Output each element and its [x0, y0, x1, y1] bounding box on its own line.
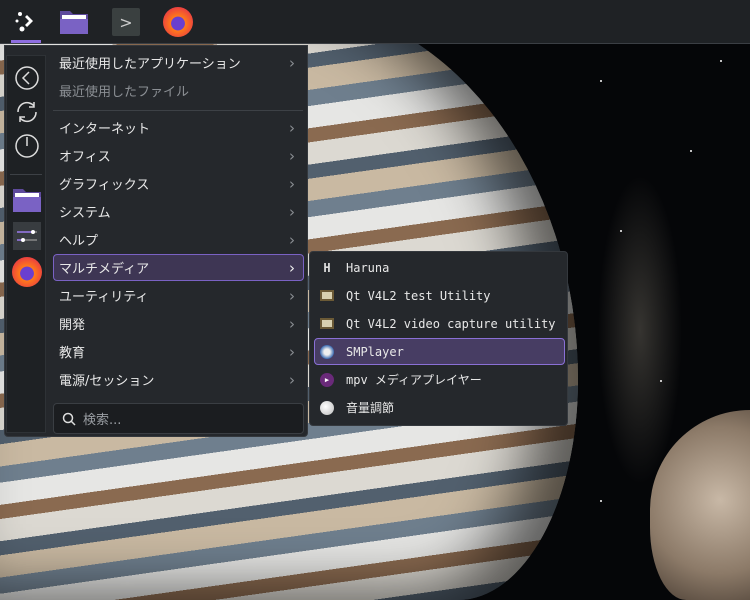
moon-image — [650, 410, 750, 600]
chevron-right-icon: › — [289, 202, 295, 221]
menu-item-help[interactable]: ヘルプ › — [53, 226, 304, 253]
chevron-right-icon: › — [289, 53, 295, 72]
submenu-item-qt-v4l2-capture[interactable]: Qt V4L2 video capture utility — [314, 310, 565, 337]
chevron-right-icon: › — [289, 146, 295, 165]
menu-item-office[interactable]: オフィス › — [53, 142, 304, 169]
back-icon — [15, 66, 39, 90]
chevron-right-icon: › — [289, 230, 295, 249]
menu-item-label: インターネット — [59, 122, 151, 137]
menu-item-label: 電源/セッション — [59, 374, 155, 389]
submenu-item-label: Haruna — [346, 260, 390, 275]
menu-item-label: オフィス — [59, 150, 111, 165]
firefox-button[interactable] — [160, 4, 196, 40]
power-icon — [15, 134, 39, 158]
file-manager-button[interactable] — [56, 4, 92, 40]
menu-item-label: グラフィックス — [59, 178, 150, 193]
favorite-file-manager[interactable] — [11, 184, 43, 216]
submenu-item-qt-v4l2-test[interactable]: Qt V4L2 test Utility — [314, 282, 565, 309]
qt-v4l2-icon — [319, 288, 335, 304]
submenu-item-mpv[interactable]: ▶ mpv メディアプレイヤー — [314, 366, 565, 393]
launcher-icon — [15, 12, 33, 32]
favorite-settings[interactable] — [11, 220, 43, 252]
qt-v4l2-icon — [319, 316, 335, 332]
search-icon — [62, 412, 76, 426]
menu-item-label: ヘルプ — [59, 234, 99, 249]
menu-item-graphics[interactable]: グラフィックス › — [53, 170, 304, 197]
chevron-right-icon: › — [289, 174, 295, 193]
menu-item-label: 最近使用したアプリケーション — [59, 57, 241, 72]
taskbar: > — [0, 0, 750, 44]
menu-sidebar — [6, 55, 46, 433]
chevron-right-icon: › — [289, 314, 295, 333]
terminal-icon: > — [112, 8, 140, 36]
menu-item-system[interactable]: システム › — [53, 198, 304, 225]
submenu-item-label: mpv メディアプレイヤー — [346, 373, 482, 387]
chevron-right-icon: › — [289, 118, 295, 137]
folder-icon — [13, 189, 41, 212]
application-launcher-button[interactable] — [8, 4, 44, 40]
menu-item-multimedia[interactable]: マルチメディア › — [53, 254, 304, 281]
haruna-icon: H — [323, 260, 331, 275]
menu-item-label: システム — [59, 206, 111, 221]
menu-item-label: 教育 — [59, 346, 86, 361]
menu-item-label: 開発 — [59, 318, 86, 333]
chevron-right-icon: › — [289, 370, 295, 389]
menu-item-label: 最近使用したファイル — [59, 85, 190, 100]
submenu-item-volume-control[interactable]: 音量調節 — [314, 394, 565, 421]
menu-item-label: ユーティリティ — [59, 290, 149, 305]
volume-control-icon — [319, 400, 335, 416]
divider — [53, 110, 303, 111]
menu-item-development[interactable]: 開発 › — [53, 310, 304, 337]
submenu-item-haruna[interactable]: H Haruna — [314, 254, 565, 281]
submenu-item-label: 音量調節 — [346, 401, 395, 415]
favorite-firefox[interactable] — [11, 256, 43, 288]
divider — [10, 174, 42, 175]
multimedia-submenu: H Haruna Qt V4L2 test Utility Qt V4L2 vid… — [309, 251, 568, 426]
search-input[interactable]: 検索... — [53, 403, 304, 434]
terminal-button[interactable]: > — [108, 4, 144, 40]
menu-item-recent-files[interactable]: 最近使用したファイル — [53, 77, 304, 104]
active-indicator — [11, 40, 41, 43]
submenu-item-label: Qt V4L2 test Utility — [346, 288, 491, 303]
menu-item-power-session[interactable]: 電源/セッション › — [53, 366, 304, 393]
application-menu: 最近使用したアプリケーション › 最近使用したファイル インターネット › オフィス… — [4, 45, 308, 437]
chevron-right-icon: › — [289, 286, 295, 305]
menu-item-label: マルチメディア — [59, 262, 150, 277]
refresh-button[interactable] — [11, 96, 43, 128]
back-button[interactable] — [11, 62, 43, 94]
firefox-icon — [12, 257, 42, 287]
chevron-right-icon: › — [289, 342, 295, 361]
menu-item-education[interactable]: 教育 › — [53, 338, 304, 365]
menu-item-utilities[interactable]: ユーティリティ › — [53, 282, 304, 309]
firefox-icon — [163, 7, 193, 37]
chevron-right-icon: › — [289, 258, 295, 277]
submenu-item-label: SMPlayer — [346, 344, 404, 359]
refresh-icon — [17, 101, 37, 123]
submenu-item-smplayer[interactable]: SMPlayer — [314, 338, 565, 365]
power-button[interactable] — [11, 130, 43, 162]
settings-sliders-icon — [13, 222, 41, 250]
smplayer-icon — [319, 344, 335, 360]
submenu-item-label: Qt V4L2 video capture utility — [346, 316, 556, 331]
menu-item-recent-apps[interactable]: 最近使用したアプリケーション › — [53, 49, 304, 76]
menu-item-internet[interactable]: インターネット › — [53, 114, 304, 141]
search-placeholder: 検索... — [83, 413, 122, 428]
folder-icon — [60, 11, 88, 34]
mpv-icon: ▶ — [319, 372, 335, 388]
